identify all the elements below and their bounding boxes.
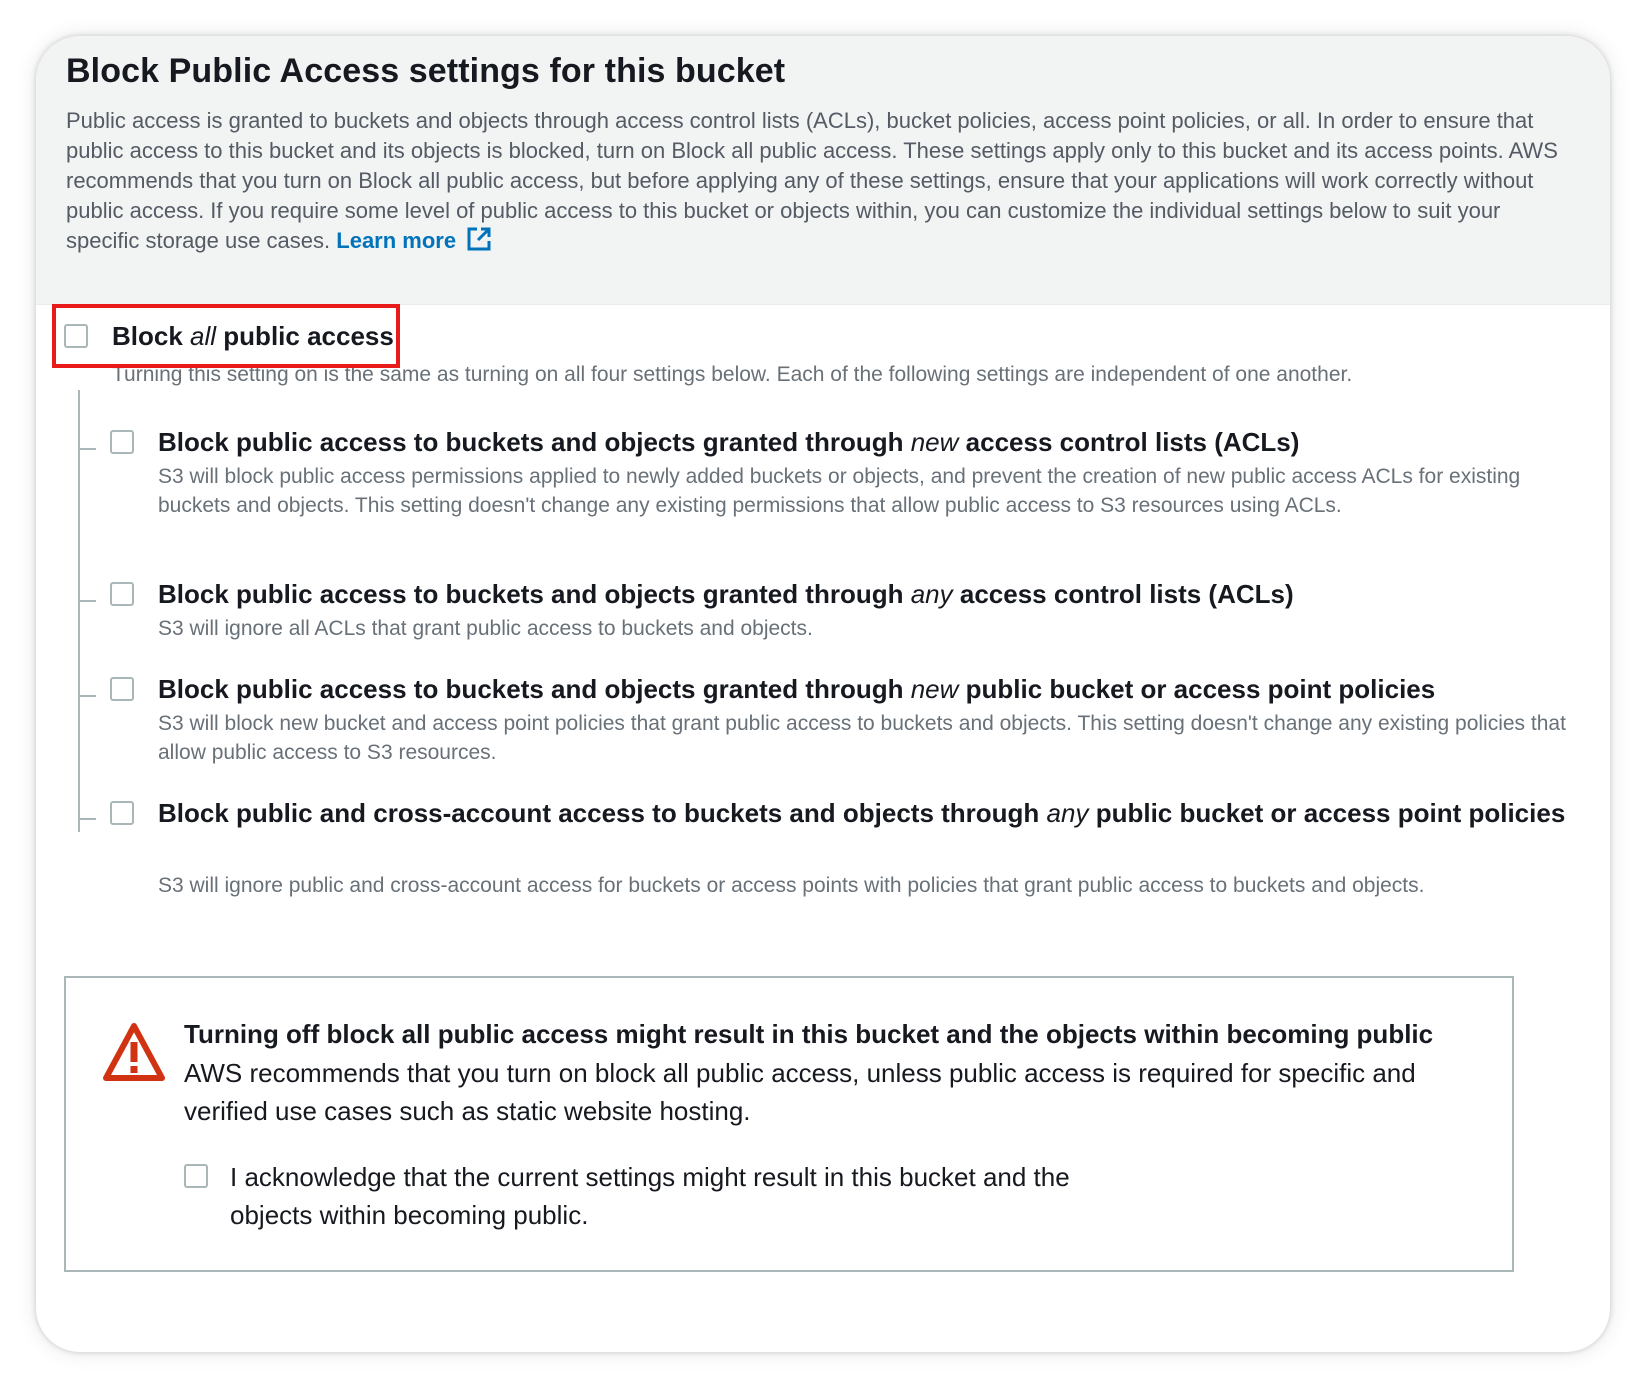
- tree-branch: [78, 600, 96, 602]
- setting-label-suffix: access control lists (ACLs): [959, 579, 1294, 609]
- setting-new-acls-description: S3 will block public access permissions …: [158, 465, 1521, 517]
- setting-new-policies-description: S3 will block new bucket and access poin…: [158, 712, 1566, 764]
- setting-label-suffix: public bucket or access point policies: [965, 674, 1436, 704]
- setting-any-policies-description: S3 will ignore public and cross-account …: [158, 874, 1425, 897]
- tree-connector: [78, 390, 80, 832]
- learn-more-label: Learn more: [336, 228, 457, 253]
- highlight-annotation: [52, 304, 400, 368]
- setting-label-prefix: Block public access to buckets and objec…: [158, 674, 904, 704]
- setting-label-em: any: [1046, 798, 1089, 828]
- setting-new-acls-label: Block public access to buckets and objec…: [158, 422, 1578, 462]
- panel-header: Block Public Access settings for this bu…: [36, 36, 1610, 305]
- setting-any-policies-label: Block public and cross-account access to…: [158, 793, 1578, 833]
- external-link-icon: [466, 226, 492, 260]
- setting-any-acls-checkbox[interactable]: [110, 582, 134, 606]
- setting-new-policies-label: Block public access to buckets and objec…: [158, 669, 1578, 709]
- tree-branch: [78, 818, 96, 820]
- tree-branch: [78, 448, 96, 450]
- setting-new-policies-checkbox[interactable]: [110, 677, 134, 701]
- acknowledge-checkbox[interactable]: [184, 1164, 208, 1188]
- block-public-access-panel: Block Public Access settings for this bu…: [36, 36, 1610, 1352]
- setting-any-policies-checkbox[interactable]: [110, 801, 134, 825]
- tree-branch: [78, 695, 96, 697]
- setting-new-acls-checkbox[interactable]: [110, 430, 134, 454]
- setting-label-suffix: public bucket or access point policies: [1095, 798, 1566, 828]
- description-text: Public access is granted to buckets and …: [66, 108, 1558, 253]
- setting-label-em: new: [910, 427, 959, 457]
- page-title: Block Public Access settings for this bu…: [66, 52, 786, 90]
- setting-label-prefix: Block public access to buckets and objec…: [158, 427, 904, 457]
- setting-any-acls-label: Block public access to buckets and objec…: [158, 574, 1578, 614]
- acknowledge-label: I acknowledge that the current settings …: [230, 1162, 1070, 1230]
- warning-alert: Turning off block all public access migh…: [64, 976, 1514, 1272]
- panel-description: Public access is granted to buckets and …: [66, 106, 1566, 260]
- learn-more-link[interactable]: Learn more: [336, 227, 492, 253]
- warning-title: Turning off block all public access migh…: [184, 1019, 1434, 1049]
- warning-triangle-icon: [102, 1022, 166, 1087]
- setting-label-prefix: Block public and cross-account access to…: [158, 798, 1040, 828]
- setting-label-em: new: [910, 674, 959, 704]
- setting-label-suffix: access control lists (ACLs): [965, 427, 1300, 457]
- setting-any-acls-description: S3 will ignore all ACLs that grant publi…: [158, 617, 813, 640]
- setting-label-prefix: Block public access to buckets and objec…: [158, 579, 904, 609]
- warning-text: AWS recommends that you turn on block al…: [184, 1058, 1416, 1126]
- setting-label-em: any: [910, 579, 953, 609]
